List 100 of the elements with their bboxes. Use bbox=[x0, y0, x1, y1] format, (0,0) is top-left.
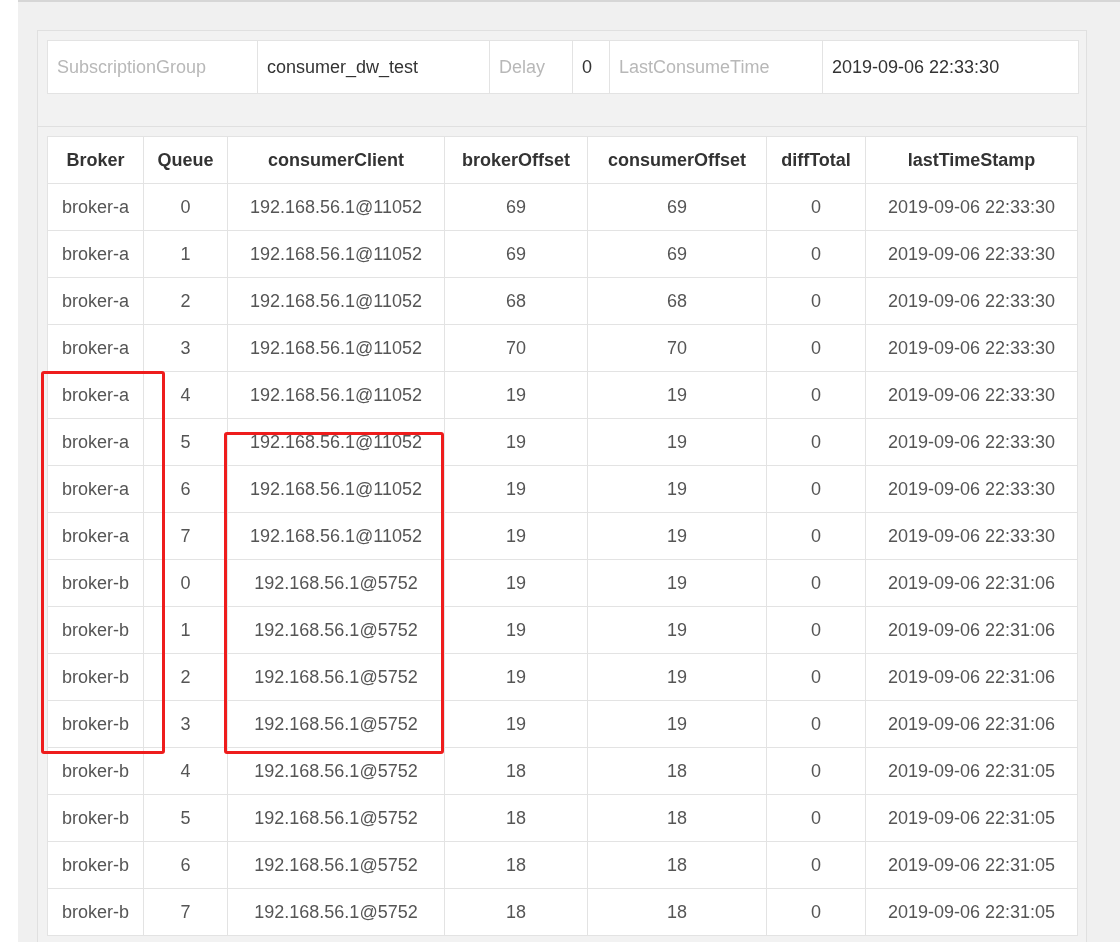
table-cell: 19 bbox=[444, 653, 588, 701]
table-cell: 1 bbox=[143, 230, 228, 278]
table-cell: 0 bbox=[143, 559, 228, 607]
table-cell: broker-b bbox=[47, 653, 144, 701]
table-cell: 2019-09-06 22:31:06 bbox=[865, 653, 1078, 701]
table-cell: 0 bbox=[766, 465, 866, 513]
table-cell: broker-a bbox=[47, 230, 144, 278]
table-cell: 3 bbox=[143, 700, 228, 748]
table-cell: 192.168.56.1@5752 bbox=[227, 841, 445, 889]
table-cell: 2019-09-06 22:31:05 bbox=[865, 747, 1078, 795]
table-cell: 19 bbox=[587, 418, 767, 466]
table-cell: 69 bbox=[587, 230, 767, 278]
table-cell: 0 bbox=[766, 700, 866, 748]
table-cell: 68 bbox=[587, 277, 767, 325]
table-cell: 19 bbox=[444, 606, 588, 654]
table-cell: 192.168.56.1@11052 bbox=[227, 465, 445, 513]
table-cell: 192.168.56.1@11052 bbox=[227, 371, 445, 419]
column-header: brokerOffset bbox=[444, 136, 588, 184]
field-value: 2019-09-06 22:33:30 bbox=[831, 55, 1001, 79]
table-cell: 70 bbox=[444, 324, 588, 372]
table-cell: 192.168.56.1@5752 bbox=[227, 700, 445, 748]
field-label: LastConsumeTime bbox=[610, 41, 823, 93]
table-cell: 6 bbox=[143, 465, 228, 513]
field-label: Delay bbox=[490, 41, 573, 93]
table-cell: 0 bbox=[766, 747, 866, 795]
table-cell: 19 bbox=[444, 465, 588, 513]
table-cell: 2019-09-06 22:33:30 bbox=[865, 371, 1078, 419]
table-cell: 192.168.56.1@11052 bbox=[227, 512, 445, 560]
table-cell: 19 bbox=[587, 653, 767, 701]
table-cell: 0 bbox=[766, 277, 866, 325]
table-cell: 19 bbox=[444, 700, 588, 748]
field-value: consumer_dw_test bbox=[258, 41, 490, 93]
table-cell: broker-b bbox=[47, 841, 144, 889]
table-cell: broker-a bbox=[47, 183, 144, 231]
table-cell: 2019-09-06 22:31:05 bbox=[865, 888, 1078, 936]
table-cell: 6 bbox=[143, 841, 228, 889]
table-cell: 2019-09-06 22:33:30 bbox=[865, 230, 1078, 278]
table-cell: 0 bbox=[143, 183, 228, 231]
table-cell: 7 bbox=[143, 888, 228, 936]
table-cell: 192.168.56.1@11052 bbox=[227, 183, 445, 231]
column-header: consumerOffset bbox=[587, 136, 767, 184]
table-cell: 0 bbox=[766, 183, 866, 231]
table-cell: 2 bbox=[143, 653, 228, 701]
field-label: SubscriptionGroup bbox=[48, 41, 258, 93]
table-cell: 2019-09-06 22:33:30 bbox=[865, 465, 1078, 513]
table-cell: broker-b bbox=[47, 606, 144, 654]
table-cell: 192.168.56.1@5752 bbox=[227, 559, 445, 607]
table-cell: 2 bbox=[143, 277, 228, 325]
table-cell: 0 bbox=[766, 606, 866, 654]
table-cell: 192.168.56.1@11052 bbox=[227, 324, 445, 372]
table-cell: 192.168.56.1@5752 bbox=[227, 794, 445, 842]
table-cell: 19 bbox=[587, 465, 767, 513]
column-header: Broker bbox=[47, 136, 144, 184]
table-cell: 2019-09-06 22:33:30 bbox=[865, 277, 1078, 325]
table-cell: 68 bbox=[444, 277, 588, 325]
table-cell: 18 bbox=[587, 747, 767, 795]
table-cell: broker-b bbox=[47, 559, 144, 607]
table-cell: 192.168.56.1@5752 bbox=[227, 606, 445, 654]
table-cell: broker-a bbox=[47, 371, 144, 419]
table-cell: 69 bbox=[444, 230, 588, 278]
column-header: Queue bbox=[143, 136, 228, 184]
table-cell: 192.168.56.1@5752 bbox=[227, 888, 445, 936]
table-cell: 0 bbox=[766, 230, 866, 278]
table-cell: 1 bbox=[143, 606, 228, 654]
table-cell: 69 bbox=[444, 183, 588, 231]
table-cell: broker-a bbox=[47, 512, 144, 560]
table-cell: 2019-09-06 22:31:06 bbox=[865, 606, 1078, 654]
table-cell: 18 bbox=[444, 794, 588, 842]
table-cell: broker-a bbox=[47, 277, 144, 325]
table-cell: broker-b bbox=[47, 794, 144, 842]
table-cell: 0 bbox=[766, 653, 866, 701]
table-cell: 5 bbox=[143, 794, 228, 842]
table-cell: broker-b bbox=[47, 747, 144, 795]
table-cell: 18 bbox=[444, 841, 588, 889]
table-cell: 4 bbox=[143, 371, 228, 419]
table-cell: 19 bbox=[587, 700, 767, 748]
table-cell: 192.168.56.1@5752 bbox=[227, 653, 445, 701]
table-cell: broker-a bbox=[47, 418, 144, 466]
table-cell: 0 bbox=[766, 559, 866, 607]
column-header: diffTotal bbox=[766, 136, 866, 184]
table-cell: 19 bbox=[587, 512, 767, 560]
table-cell: 2019-09-06 22:33:30 bbox=[865, 183, 1078, 231]
table-cell: broker-a bbox=[47, 465, 144, 513]
column-header: consumerClient bbox=[227, 136, 445, 184]
table-cell: 18 bbox=[444, 747, 588, 795]
table-cell: 2019-09-06 22:33:30 bbox=[865, 418, 1078, 466]
table-cell: 2019-09-06 22:31:05 bbox=[865, 794, 1078, 842]
table-cell: 2019-09-06 22:33:30 bbox=[865, 512, 1078, 560]
table-cell: 2019-09-06 22:33:30 bbox=[865, 324, 1078, 372]
table-cell: 2019-09-06 22:31:06 bbox=[865, 700, 1078, 748]
table-cell: 192.168.56.1@5752 bbox=[227, 747, 445, 795]
table-cell: 0 bbox=[766, 888, 866, 936]
table-cell: 18 bbox=[587, 888, 767, 936]
table-cell: 19 bbox=[444, 371, 588, 419]
table-cell: 18 bbox=[444, 888, 588, 936]
column-header: lastTimeStamp bbox=[865, 136, 1078, 184]
table-cell: 0 bbox=[766, 794, 866, 842]
table-cell: 70 bbox=[587, 324, 767, 372]
table-cell: 19 bbox=[444, 418, 588, 466]
table-cell: 0 bbox=[766, 371, 866, 419]
